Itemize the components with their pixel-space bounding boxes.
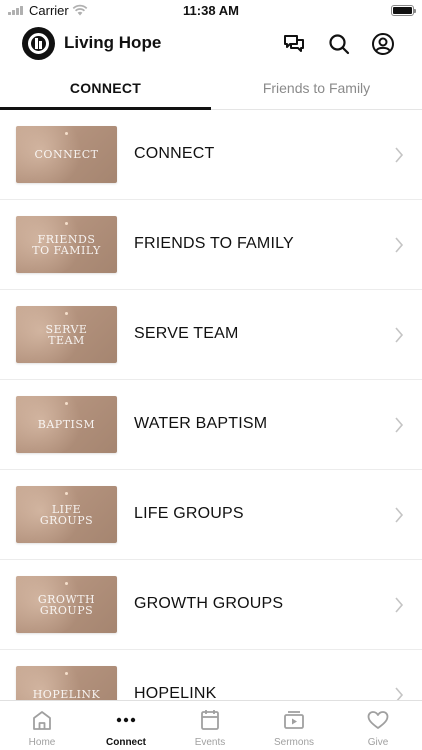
nav-home[interactable]: Home xyxy=(0,701,84,750)
battery-icon xyxy=(391,5,416,16)
account-icon[interactable] xyxy=(371,32,395,56)
list-item-water-baptism[interactable]: BAPTISM WATER BAPTISM xyxy=(0,380,422,470)
nav-label: Connect xyxy=(106,737,146,748)
clock: 11:38 AM xyxy=(183,3,239,18)
chevron-right-icon xyxy=(395,417,404,433)
connect-list[interactable]: CONNECT CONNECT FRIENDS TO FAMILY FRIEND… xyxy=(0,110,422,700)
nav-sermons[interactable]: Sermons xyxy=(252,701,336,750)
item-thumbnail: LIFE GROUPS xyxy=(16,486,117,543)
list-item-label: CONNECT xyxy=(134,145,215,162)
chevron-right-icon xyxy=(395,327,404,343)
app-title: Living Hope xyxy=(64,33,162,52)
item-thumbnail: FRIENDS TO FAMILY xyxy=(16,216,117,273)
chevron-right-icon xyxy=(395,237,404,253)
thumbnail-text: LIFE GROUPS xyxy=(39,502,94,527)
nav-label: Home xyxy=(28,737,56,748)
list-item-label: SERVE TEAM xyxy=(134,325,239,342)
thumbnail-text: BAPTISM xyxy=(37,418,96,431)
list-item-hopelink[interactable]: HOPELINK HOPELINK xyxy=(0,650,422,700)
thumbnail-text: GROWTH GROUPS xyxy=(37,592,96,617)
chevron-right-icon xyxy=(395,147,404,163)
item-thumbnail: CONNECT xyxy=(16,126,117,183)
bottom-nav: Home Connect Events Sermons Give xyxy=(0,700,422,750)
calendar-icon xyxy=(201,710,219,730)
tab-connect[interactable]: CONNECT xyxy=(0,66,211,110)
logo xyxy=(22,27,55,60)
list-item-connect[interactable]: CONNECT CONNECT xyxy=(0,110,422,200)
search-icon[interactable] xyxy=(327,32,351,56)
chat-icon[interactable] xyxy=(282,32,306,56)
list-item-serve-team[interactable]: SERVE TEAM SERVE TEAM xyxy=(0,290,422,380)
heart-icon xyxy=(367,711,389,729)
list-item-label: GROWTH GROUPS xyxy=(134,595,284,612)
tab-friends-to-family[interactable]: Friends to Family xyxy=(211,66,422,110)
nav-events[interactable]: Events xyxy=(168,701,252,750)
status-bar: Carrier 11:38 AM xyxy=(0,0,422,22)
item-thumbnail: BAPTISM xyxy=(16,396,117,453)
list-item-label: LIFE GROUPS xyxy=(134,505,244,522)
list-item-life-groups[interactable]: LIFE GROUPS LIFE GROUPS xyxy=(0,470,422,560)
nav-label: Give xyxy=(367,737,389,748)
list-item-label: WATER BAPTISM xyxy=(134,415,268,432)
item-thumbnail: HOPELINK xyxy=(16,666,117,700)
home-icon xyxy=(33,711,51,730)
chevron-right-icon xyxy=(395,507,404,523)
list-item-growth-groups[interactable]: GROWTH GROUPS GROWTH GROUPS xyxy=(0,560,422,650)
tab-bar: CONNECT Friends to Family xyxy=(0,66,422,110)
video-icon xyxy=(284,711,304,729)
chevron-right-icon xyxy=(395,597,404,613)
list-item-label: FRIENDS TO FAMILY xyxy=(134,235,294,252)
item-thumbnail: GROWTH GROUPS xyxy=(16,576,117,633)
nav-give[interactable]: Give xyxy=(336,701,420,750)
app-header: Living Hope xyxy=(0,22,422,66)
chevron-right-icon xyxy=(395,687,404,700)
list-item-label: HOPELINK xyxy=(134,685,217,700)
more-dots-icon xyxy=(116,717,136,723)
thumbnail-text: SERVE TEAM xyxy=(45,322,88,347)
nav-label: Events xyxy=(194,737,226,748)
thumbnail-text: FRIENDS TO FAMILY xyxy=(32,232,101,257)
nav-label: Sermons xyxy=(273,737,314,748)
list-item-friends-to-family[interactable]: FRIENDS TO FAMILY FRIENDS TO FAMILY xyxy=(0,200,422,290)
nav-connect[interactable]: Connect xyxy=(84,701,168,750)
thumbnail-text: CONNECT xyxy=(34,148,99,161)
thumbnail-text: HOPELINK xyxy=(32,688,101,700)
item-thumbnail: SERVE TEAM xyxy=(16,306,117,363)
